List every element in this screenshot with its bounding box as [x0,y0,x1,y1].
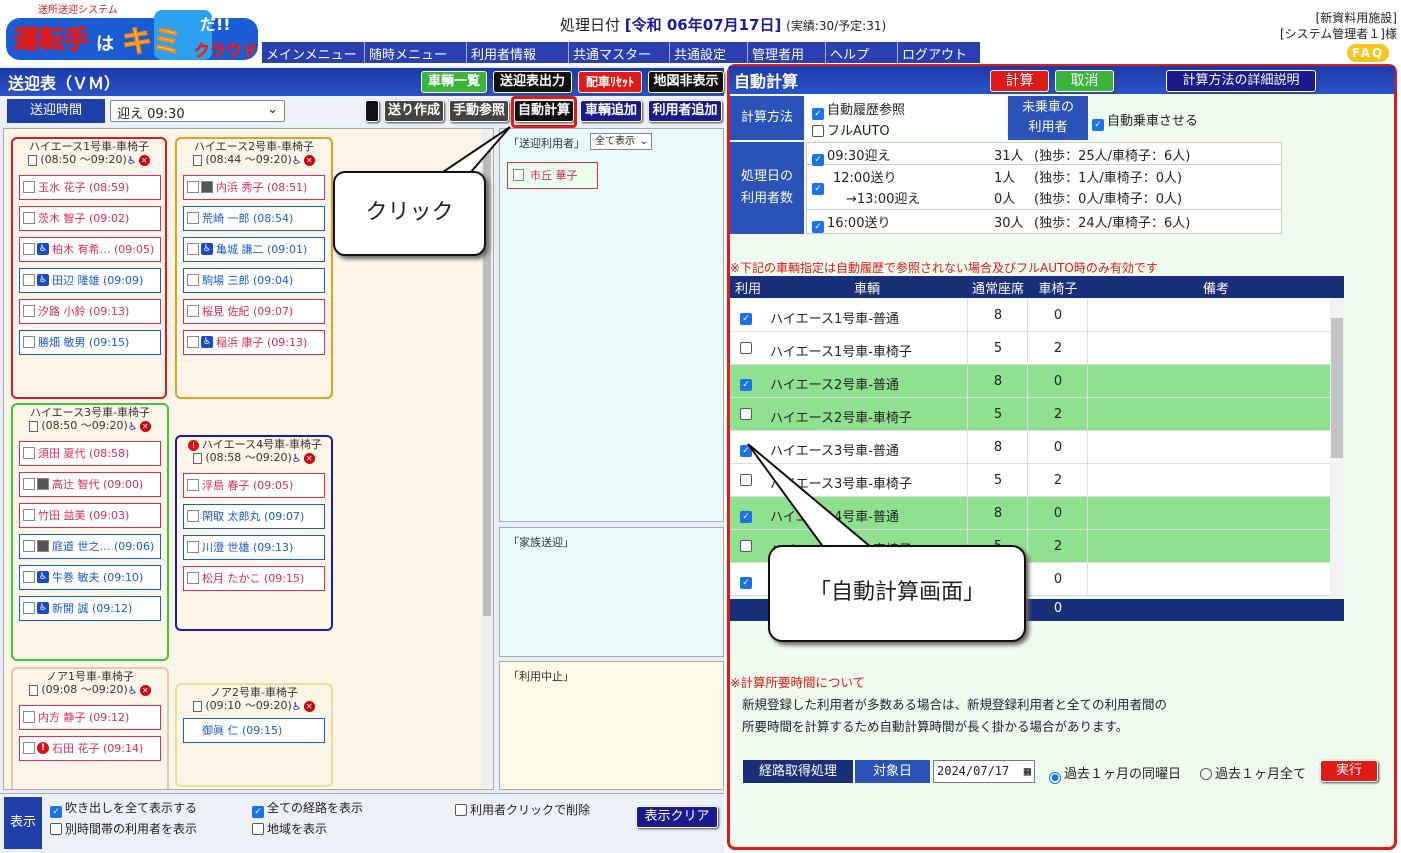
auto-calc-screen-callout: 「自動計算画面」 [768,545,1026,642]
callout-pointers [436,126,875,549]
click-callout: クリック [333,171,486,256]
